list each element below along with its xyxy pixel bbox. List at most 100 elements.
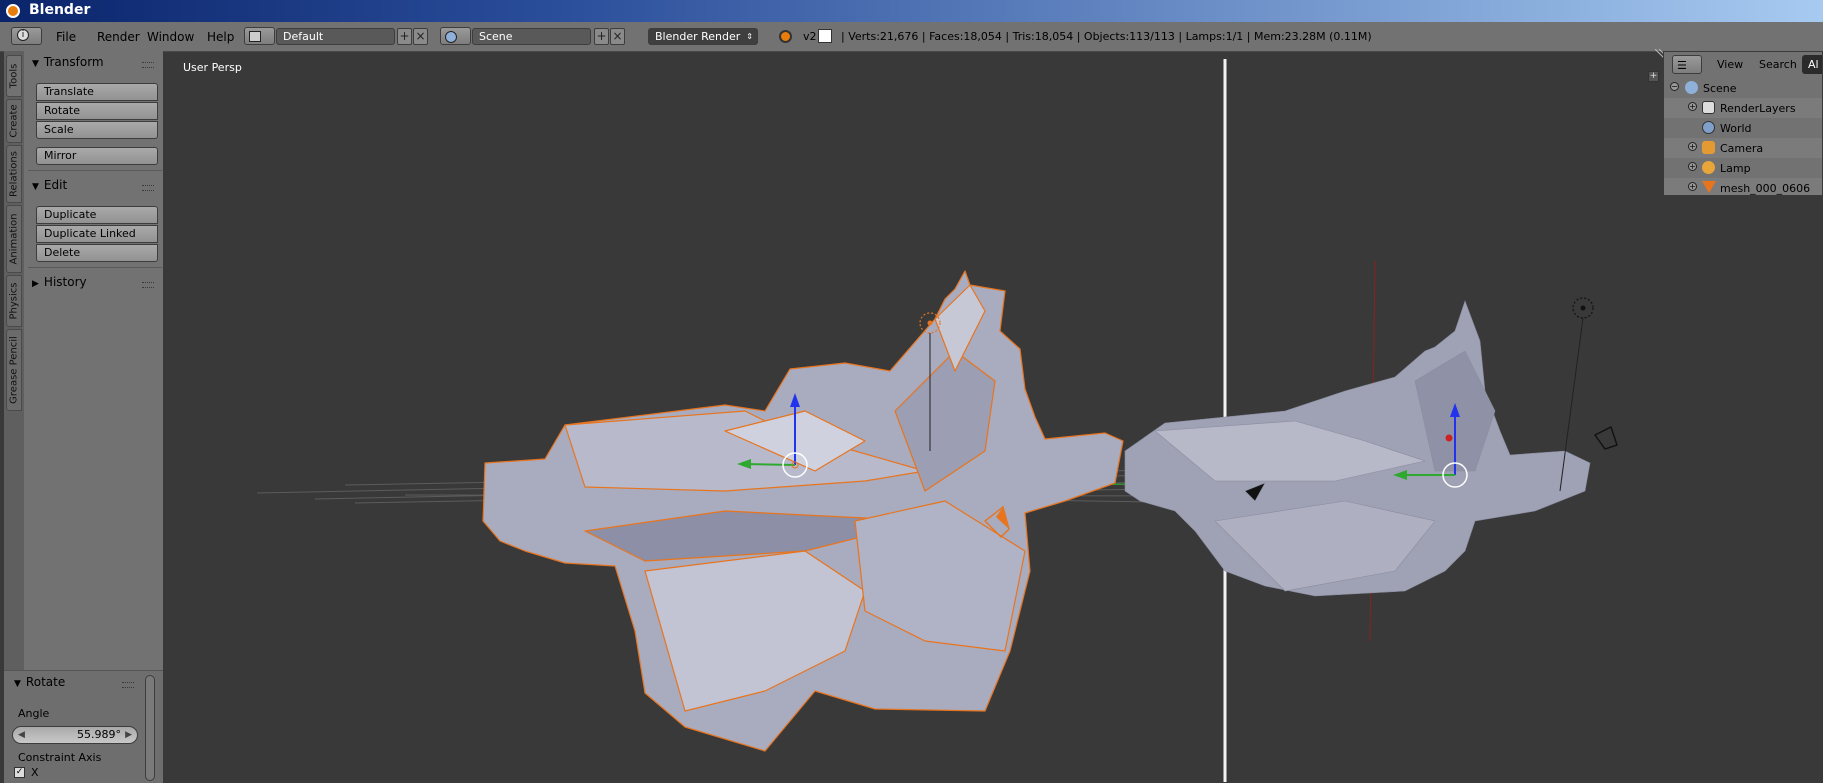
rotate-panel-label: Rotate: [25, 675, 66, 689]
menu-file[interactable]: File: [56, 30, 76, 44]
dropdown-arrows-icon: ⇕: [746, 32, 753, 41]
outliner-item-mesh[interactable]: + mesh_000_0606: [1664, 178, 1822, 195]
tab-create[interactable]: Create: [6, 99, 22, 143]
history-panel-header[interactable]: ▶ History: [32, 275, 87, 289]
outliner-item-camera[interactable]: + Camera: [1664, 138, 1822, 158]
outliner-item-label: Scene: [1703, 82, 1737, 95]
scene-icon: [445, 31, 457, 43]
add-layout-button[interactable]: +: [397, 28, 412, 45]
camera-object-right: [1593, 426, 1618, 450]
lamp-icon: [1702, 161, 1715, 174]
world-icon: [1702, 121, 1715, 134]
outliner-filter-dropdown[interactable]: Al: [1802, 55, 1822, 74]
outliner-item-label: RenderLayers: [1720, 102, 1796, 115]
mirror-button[interactable]: Mirror: [36, 147, 158, 165]
version-label: v2: [803, 30, 817, 43]
delete-button[interactable]: Delete: [36, 244, 158, 262]
blender-logo-icon: [6, 4, 20, 18]
expand-icon[interactable]: +: [1688, 142, 1697, 151]
scene-selector[interactable]: [440, 27, 471, 45]
3d-viewport[interactable]: User Persp +: [165, 48, 1823, 782]
renderlayers-icon: [1702, 101, 1715, 114]
drag-grip-icon[interactable]: [142, 62, 154, 68]
mesh-icon: [1702, 181, 1716, 193]
viewport-canvas: [256, 59, 1618, 782]
constraint-x-checkbox[interactable]: ✓: [14, 767, 25, 778]
outliner-item-label: mesh_000_0606: [1720, 182, 1811, 195]
constraint-x-label: X: [31, 766, 39, 779]
history-header-label: History: [43, 275, 87, 289]
delete-layout-button[interactable]: ×: [413, 28, 428, 45]
menu-render[interactable]: Render: [97, 30, 140, 44]
outliner-item-label: World: [1720, 122, 1752, 135]
duplicate-linked-button[interactable]: Duplicate Linked: [36, 225, 158, 243]
mesh-right: [1124, 300, 1591, 597]
outliner-menu-view[interactable]: View: [1717, 58, 1743, 71]
info-header: i File Render Window Help Default + × Sc…: [0, 22, 1823, 52]
last-operator-panel: ▼ Rotate Angle ◀ 55.989° ▶ Constraint Axi…: [4, 670, 163, 783]
outliner-icon: ☰: [1677, 59, 1687, 72]
outliner-editor-type-button[interactable]: ☰: [1672, 55, 1702, 74]
camera-icon: [1702, 141, 1715, 154]
duplicate-button[interactable]: Duplicate: [36, 206, 158, 224]
collapse-triangle-icon: ▼: [14, 679, 21, 689]
editor-type-info-button[interactable]: i: [11, 27, 42, 45]
menu-window[interactable]: Window: [147, 30, 194, 44]
screen-layout-selector[interactable]: [244, 27, 275, 45]
panel-divider: [28, 267, 162, 268]
tab-animation-label: Animation: [8, 213, 20, 265]
layout-icon: [249, 31, 261, 42]
tab-relations-label: Relations: [8, 151, 20, 197]
outliner-header: ☰ View Search Al: [1664, 52, 1822, 78]
delete-scene-button[interactable]: ×: [610, 28, 625, 45]
rotate-button[interactable]: Rotate: [36, 102, 158, 120]
constraint-axis-label: Constraint Axis: [18, 751, 102, 764]
outliner-panel: ☰ View Search Al − Scene + RenderLayers …: [1663, 51, 1823, 196]
expand-icon[interactable]: +: [1688, 162, 1697, 171]
scale-button[interactable]: Scale: [36, 121, 158, 139]
checkmark-icon: ✓: [15, 767, 24, 777]
panel-scrollbar[interactable]: [145, 675, 155, 781]
tab-tools-label: Tools: [8, 63, 20, 89]
scene-field[interactable]: Scene: [472, 28, 591, 45]
outliner-item-scene[interactable]: − Scene: [1664, 78, 1822, 98]
angle-field[interactable]: ◀ 55.989° ▶: [12, 726, 138, 744]
outliner-item-label: Lamp: [1720, 162, 1751, 175]
expand-icon[interactable]: +: [1688, 102, 1697, 111]
drag-grip-icon[interactable]: [122, 682, 134, 688]
outliner-item-renderlayers[interactable]: + RenderLayers: [1664, 98, 1822, 118]
collapse-triangle-icon: ▼: [32, 182, 39, 192]
expand-icon[interactable]: +: [1688, 182, 1697, 191]
scene-stats: | Verts:21,676 | Faces:18,054 | Tris:18,…: [841, 30, 1372, 43]
collapse-icon[interactable]: −: [1670, 82, 1679, 91]
outliner-item-label: Camera: [1720, 142, 1764, 155]
color-swatch[interactable]: [818, 29, 832, 43]
properties-toggle-button[interactable]: +: [1648, 71, 1659, 82]
tab-grease-pencil-label: Grease Pencil: [8, 336, 20, 404]
angle-label: Angle: [18, 707, 50, 720]
outliner-item-world[interactable]: World: [1664, 118, 1822, 138]
add-scene-button[interactable]: +: [594, 28, 609, 45]
decrement-arrow-icon[interactable]: ◀: [18, 727, 25, 743]
rotate-panel-header[interactable]: ▼ Rotate: [14, 675, 65, 689]
translate-button[interactable]: Translate: [36, 83, 158, 101]
drag-grip-icon[interactable]: [142, 185, 154, 191]
tab-animation[interactable]: Animation: [6, 205, 22, 273]
increment-arrow-icon[interactable]: ▶: [125, 727, 132, 743]
render-engine-label: Blender Render: [655, 30, 741, 43]
panel-divider: [28, 170, 162, 171]
tab-physics[interactable]: Physics: [6, 275, 22, 327]
tab-grease-pencil[interactable]: Grease Pencil: [6, 329, 22, 411]
drag-grip-icon[interactable]: [142, 282, 154, 288]
menu-help[interactable]: Help: [207, 30, 234, 44]
transform-header-label: Transform: [43, 55, 104, 69]
outliner-menu-search[interactable]: Search: [1759, 58, 1797, 71]
tab-relations[interactable]: Relations: [6, 145, 22, 203]
expand-triangle-icon: ▶: [32, 279, 39, 289]
transform-panel-header[interactable]: ▼ Transform: [32, 55, 104, 69]
render-engine-dropdown[interactable]: Blender Render ⇕: [648, 28, 758, 45]
outliner-item-lamp[interactable]: + Lamp: [1664, 158, 1822, 178]
screen-layout-field[interactable]: Default: [276, 28, 395, 45]
tab-tools[interactable]: Tools: [6, 55, 22, 97]
edit-panel-header[interactable]: ▼ Edit: [32, 178, 67, 192]
